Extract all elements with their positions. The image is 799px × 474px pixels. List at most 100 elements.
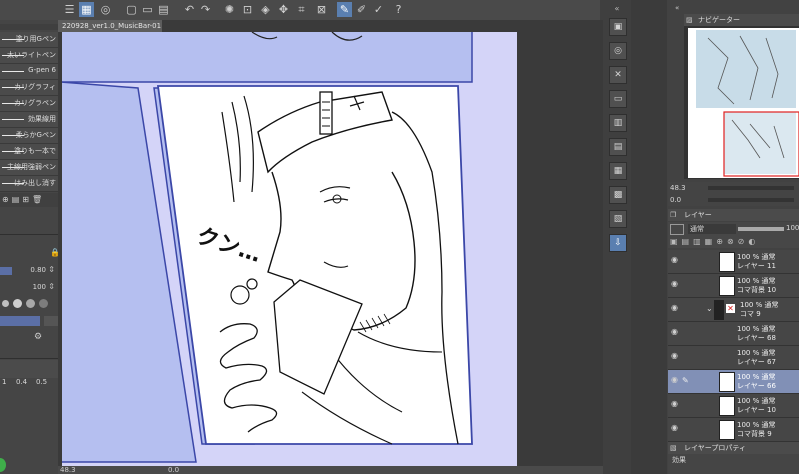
layer-row[interactable]: ◉ 100 % 通常 レイヤー 67 (668, 346, 799, 370)
mask-off-icon[interactable]: ✕ (726, 304, 735, 313)
brush-item[interactable]: 太いライトペン (0, 48, 58, 64)
layer-row[interactable]: ◉ 100 % 通常 レイヤー 11 (668, 250, 799, 274)
visibility-eye-icon[interactable]: ◉ (671, 328, 679, 336)
material-icon[interactable]: ▣ (609, 18, 627, 36)
zoom-slider[interactable] (708, 186, 794, 190)
spinner-icon[interactable]: ⇕ (48, 265, 55, 274)
loading-icon[interactable]: ✺ (222, 2, 237, 17)
brush-item[interactable]: G-pen 6 (0, 64, 58, 80)
layer-row-selected[interactable]: ◉ ✎ 100 % 通常 レイヤー 66 (668, 370, 799, 394)
spinner-icon[interactable]: ⇕ (48, 282, 55, 291)
folder-expand-icon[interactable]: ⌄ (706, 304, 713, 313)
quick-access-icon[interactable]: ▦ (79, 2, 94, 17)
visibility-eye-icon[interactable]: ◉ (671, 424, 679, 432)
preset-value[interactable]: 0.4 (16, 378, 27, 386)
item-bank-icon[interactable]: ▧ (609, 210, 627, 228)
menu-icon[interactable]: ☰ (62, 2, 77, 17)
navigator-tab-icon[interactable]: ▨ (686, 14, 693, 26)
layer-opacity-value[interactable]: 100 (786, 224, 799, 232)
size-slider[interactable] (0, 267, 12, 275)
open-file-icon[interactable]: ▭ (140, 2, 155, 17)
deselect-icon[interactable]: ⊡ (240, 2, 255, 17)
clear-icon[interactable]: ⊠ (314, 2, 329, 17)
settings-icon[interactable]: ⚙ (34, 332, 42, 342)
grid-icon[interactable]: ▩ (609, 186, 627, 204)
redo-icon[interactable]: ↷ (198, 2, 213, 17)
save-icon[interactable]: ▤ (156, 2, 171, 17)
document-tab[interactable]: 220928_ver1.0_MusicBar-01 (58, 20, 162, 32)
brush-tip-icon[interactable] (2, 300, 9, 307)
manga-page[interactable]: クン… (62, 32, 517, 466)
preset-value[interactable]: 1 (2, 378, 6, 386)
brush-item[interactable]: 塗り用Gペン (0, 32, 58, 48)
page-icon[interactable]: ▤ (609, 138, 627, 156)
brush-tip-icon[interactable] (39, 299, 48, 308)
layer-thumbnail (719, 252, 735, 272)
blend-mode-select[interactable]: 通常 (688, 224, 736, 234)
layer-header: ❐ レイヤー (668, 209, 799, 221)
property-tab-icon[interactable]: ▧ (670, 442, 677, 454)
size-value[interactable]: 0.80 (30, 266, 46, 274)
layer-row[interactable]: ◉ 100 % 通常 コマ背景 10 (668, 274, 799, 298)
document-tab-title: 220928_ver1.0_MusicBar-01 (62, 22, 162, 30)
opacity-slider[interactable] (738, 227, 784, 231)
collapse-icon[interactable]: « (675, 4, 679, 12)
brush-item[interactable]: 柔らかGペン (0, 128, 58, 144)
layer-tab-icon[interactable]: ❐ (670, 209, 676, 221)
stabilizer-bar[interactable] (0, 316, 40, 326)
layer-row[interactable]: ◉ 100 % 通常 コマ背景 9 (668, 418, 799, 442)
brush-snap-icon[interactable]: ✓ (371, 2, 386, 17)
layer-tool-icons[interactable]: ▣▤▥▦⊕⊗⊘◐ (670, 237, 796, 246)
brush-item[interactable]: 塗りも一本で (0, 144, 58, 160)
zoom-value[interactable]: 48.3 (60, 466, 76, 474)
navigator-preview[interactable] (688, 28, 799, 178)
visibility-eye-icon[interactable]: ◉ (671, 352, 679, 360)
collapse-icon[interactable]: « (603, 4, 631, 13)
lock-icon[interactable]: 🔒 (50, 248, 60, 257)
layer-color-icon[interactable] (670, 224, 684, 235)
opacity-value[interactable]: 100 (33, 283, 46, 291)
visibility-eye-icon[interactable]: ◉ (671, 400, 679, 408)
undo-icon[interactable]: ↶ (182, 2, 197, 17)
layer-name: レイヤー 11 (737, 262, 776, 270)
visibility-eye-icon[interactable]: ◉ (671, 256, 679, 264)
pen-snap-icon[interactable]: ✐ (354, 2, 369, 17)
tool-icon[interactable]: ✕ (609, 66, 627, 84)
search-icon[interactable]: ◎ (609, 42, 627, 60)
folder-icon[interactable]: ▭ (609, 90, 627, 108)
brush-item[interactable]: はみ出し消す (0, 176, 58, 192)
brush-tip-icon[interactable] (13, 299, 22, 308)
layer-row[interactable]: ◉ 100 % 通常 レイヤー 68 (668, 322, 799, 346)
visibility-eye-icon[interactable]: ◉ (671, 280, 679, 288)
story-icon[interactable]: ▦ (609, 162, 627, 180)
crop-icon[interactable]: ⌗ (294, 2, 309, 17)
preset-value[interactable]: 0.5 (36, 378, 47, 386)
brush-item[interactable]: 主線用強弱ペン (0, 160, 58, 176)
download-icon[interactable]: ⇩ (609, 234, 627, 252)
brush-item[interactable]: カリグラペン (0, 96, 58, 112)
stabilizer-slider[interactable] (0, 360, 58, 378)
layer-row-folder[interactable]: ◉ ⌄ ✕ 100 % 通常 コマ 9 (668, 298, 799, 322)
view-icon[interactable]: ◎ (98, 2, 113, 17)
color-indicator[interactable] (0, 458, 6, 472)
brush-item[interactable]: 効果線用 (0, 112, 58, 128)
ruler-snap-icon[interactable]: ✎ (337, 2, 352, 17)
layer-row[interactable]: ◉ 100 % 通常 レイヤー 10 (668, 394, 799, 418)
navigator-zoom[interactable]: 48.3 (670, 184, 686, 192)
stabilizer-end[interactable] (44, 316, 58, 326)
visibility-eye-icon[interactable]: ◉ (671, 304, 679, 312)
help-icon[interactable]: ? (391, 2, 406, 17)
brush-item[interactable]: カリグラフィ (0, 80, 58, 96)
navigator-rotation[interactable]: 0.0 (670, 196, 681, 204)
new-file-icon[interactable]: ▢ (124, 2, 139, 17)
visibility-eye-icon[interactable]: ◉ (671, 376, 679, 384)
transform-icon[interactable]: ✥ (276, 2, 291, 17)
brush-tip-icon[interactable] (26, 299, 35, 308)
fill-icon[interactable]: ◈ (258, 2, 273, 17)
history-icon[interactable]: ▥ (609, 114, 627, 132)
navigator-title: ナビゲーター (698, 16, 740, 24)
rotation-value[interactable]: 0.0 (168, 466, 179, 474)
layer-title: レイヤー (684, 211, 712, 219)
layer-name: レイヤー 66 (737, 382, 776, 390)
rotation-slider[interactable] (708, 198, 794, 202)
